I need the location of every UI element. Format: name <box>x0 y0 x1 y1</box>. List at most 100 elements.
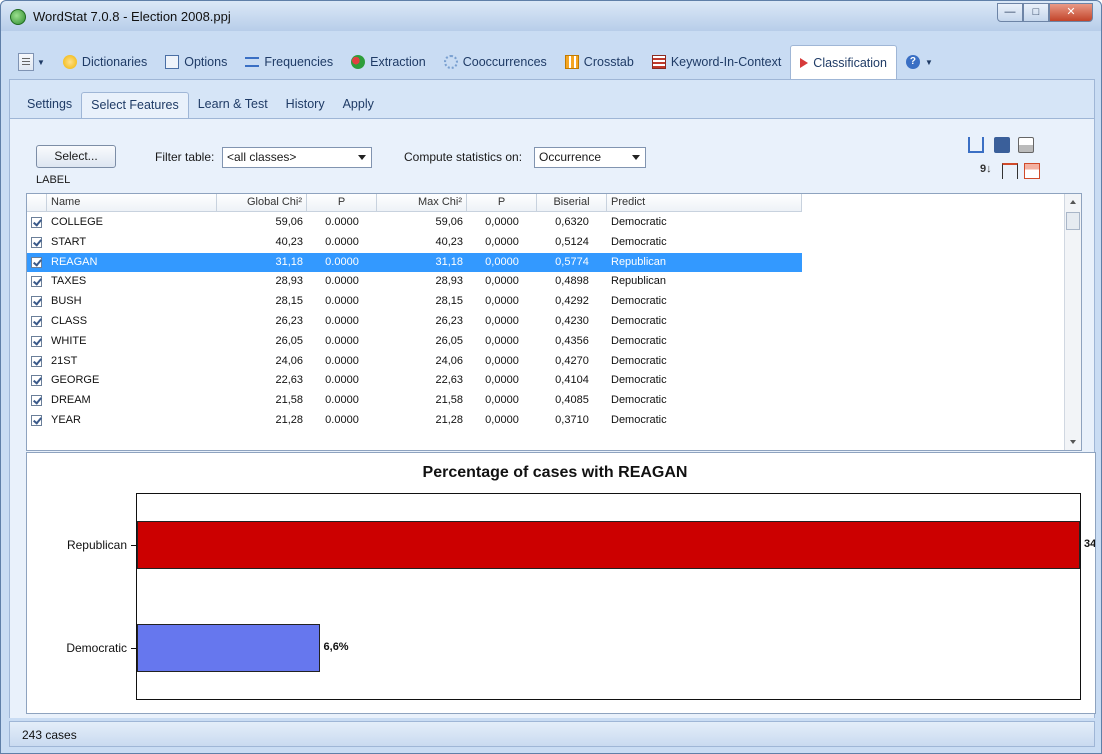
tab-extraction[interactable]: Extraction <box>342 45 435 79</box>
subtab-settings[interactable]: Settings <box>18 92 81 118</box>
compute-statistics-select[interactable]: Occurrence <box>534 147 646 168</box>
app-menu-button[interactable]: ▼ <box>9 45 54 79</box>
column-header[interactable]: P <box>467 194 537 212</box>
table-cell-global-chi2: 21,58 <box>275 394 303 407</box>
row-checkbox[interactable] <box>31 395 42 407</box>
row-checkbox[interactable] <box>31 355 42 367</box>
select-button[interactable]: Select... <box>36 145 116 168</box>
tab-label: Classification <box>813 55 887 70</box>
window-title: WordStat 7.0.8 - Election 2008.ppj <box>33 9 231 24</box>
table-cell-name: WHITE <box>51 334 87 347</box>
table-row[interactable]: GEORGE 22,63 0.0000 22,63 0,0000 0,4104 Democr… <box>27 371 802 390</box>
subtab-learn-test[interactable]: Learn & Test <box>189 92 277 118</box>
table-cell-p2: 0,0000 <box>485 354 519 367</box>
table-cell-biserial: 0,6320 <box>555 216 589 228</box>
table-row[interactable]: YEAR 21,28 0.0000 21,28 0,0000 0,3710 Democrat… <box>27 411 802 430</box>
maximize-button[interactable]: □ <box>1023 3 1049 22</box>
row-checkbox[interactable] <box>31 335 42 347</box>
category-label: Democratic <box>66 640 127 655</box>
category-tick <box>131 545 136 547</box>
table-cell-p2: 0,0000 <box>485 216 519 228</box>
row-checkbox[interactable] <box>31 316 42 327</box>
row-checkbox[interactable] <box>31 296 42 308</box>
window-controls: — □ ✕ <box>997 3 1093 23</box>
table-cell-p1: 0.0000 <box>325 255 359 268</box>
table-cell-global-chi2: 28,93 <box>275 275 303 288</box>
table-cell-global-chi2: 21,28 <box>275 414 303 426</box>
close-button[interactable]: ✕ <box>1049 3 1093 22</box>
sort-icon[interactable]: 9↓ <box>980 163 996 179</box>
table-cell-max-chi2: 31,18 <box>435 255 463 268</box>
table-cell-p1: 0.0000 <box>325 216 359 228</box>
table-cell-global-chi2: 22,63 <box>275 374 303 387</box>
subtab-apply[interactable]: Apply <box>334 92 383 118</box>
row-chart-icon[interactable] <box>1024 163 1040 179</box>
column-header[interactable]: Max Chi² <box>377 194 467 212</box>
table-cell-global-chi2: 40,23 <box>275 235 303 248</box>
tab-label: Extraction <box>370 55 426 69</box>
scroll-up-icon[interactable] <box>1070 200 1076 204</box>
table-cell-predict: Democratic <box>611 374 667 387</box>
vertical-scrollbar[interactable] <box>1064 194 1081 450</box>
table-row[interactable]: TAXES 28,93 0.0000 28,93 0,0000 0,4898 Republi… <box>27 272 802 291</box>
column-header[interactable]: Biserial <box>537 194 607 212</box>
table-cell-name: YEAR <box>51 414 81 426</box>
sub-tab-bar: Settings Select Features Learn & Test Hi… <box>18 92 383 118</box>
minimize-button[interactable]: — <box>997 3 1023 22</box>
print-icon[interactable] <box>1018 137 1034 153</box>
export-icon[interactable] <box>968 137 984 153</box>
bar-republican <box>137 521 1080 570</box>
filter-table-select[interactable]: <all classes> <box>222 147 372 168</box>
row-checkbox[interactable] <box>31 375 42 387</box>
column-header[interactable]: Predict <box>607 194 802 212</box>
category-tick <box>131 647 136 649</box>
tab-label: Frequencies <box>264 55 334 69</box>
save-icon[interactable] <box>994 137 1010 153</box>
table-cell-p1: 0.0000 <box>325 354 359 367</box>
scrollbar-thumb[interactable] <box>1066 212 1080 230</box>
tab-options[interactable]: Options <box>156 45 236 79</box>
table-row[interactable]: REAGAN 31,18 0.0000 31,18 0,0000 0,5774 Republ… <box>27 252 802 272</box>
subtab-history[interactable]: History <box>277 92 334 118</box>
table-row[interactable]: CLASS 26,23 0.0000 26,23 0,0000 0,4230 Democra… <box>27 312 802 331</box>
tab-dictionaries[interactable]: Dictionaries <box>54 45 156 79</box>
table-row[interactable]: START 40,23 0.0000 40,23 0,0000 0,5124 Democra… <box>27 233 802 252</box>
table-cell-predict: Democratic <box>611 414 667 426</box>
scroll-down-icon[interactable] <box>1070 440 1076 444</box>
row-checkbox[interactable] <box>31 415 42 426</box>
row-checkbox[interactable] <box>31 217 42 228</box>
table-cell-name: TAXES <box>51 275 87 288</box>
table-cell-name: BUSH <box>51 295 82 308</box>
table-row[interactable]: 21ST 24,06 0.0000 24,06 0,0000 0,4270 Democrat… <box>27 352 802 371</box>
row-checkbox[interactable] <box>31 256 42 268</box>
column-header[interactable]: Name <box>47 194 217 212</box>
tab-classification[interactable]: Classification <box>790 45 897 79</box>
table-cell-name: REAGAN <box>51 255 98 268</box>
help-button[interactable]: ? ▼ <box>897 45 942 79</box>
chart-plot-area <box>136 493 1081 700</box>
table-cell-name: START <box>51 235 87 248</box>
table-header: Name Global Chi² P Max Chi² P Biserial Predict <box>27 194 802 212</box>
table-row[interactable]: BUSH 28,15 0.0000 28,15 0,0000 0,4292 Democrat… <box>27 292 802 311</box>
column-chart-icon[interactable] <box>1002 163 1018 179</box>
table-cell-p1: 0.0000 <box>325 295 359 308</box>
chevron-down-icon <box>632 155 640 160</box>
help-icon: ? <box>905 55 920 69</box>
column-header[interactable]: Global Chi² <box>217 194 307 212</box>
row-checkbox[interactable] <box>31 236 42 248</box>
table-cell-predict: Republican <box>611 255 667 268</box>
subtab-select-features[interactable]: Select Features <box>81 92 189 118</box>
column-header[interactable]: P <box>307 194 377 212</box>
tab-crosstab[interactable]: Crosstab <box>556 45 643 79</box>
row-checkbox[interactable] <box>31 276 42 288</box>
table-row[interactable]: COLLEGE 59,06 0.0000 59,06 0,0000 0,6320 Democ… <box>27 213 802 232</box>
table-row[interactable]: DREAM 21,58 0.0000 21,58 0,0000 0,4085 Democra… <box>27 391 802 410</box>
tab-cooccurrences[interactable]: Cooccurrences <box>435 45 556 79</box>
table-row[interactable]: WHITE 26,05 0.0000 26,05 0,0000 0,4356 Democra… <box>27 332 802 351</box>
table-cell-global-chi2: 26,23 <box>275 315 303 327</box>
tab-frequencies[interactable]: Frequencies <box>236 45 342 79</box>
bar-value-label: 34,1% <box>1084 538 1096 551</box>
table-cell-name: 21ST <box>51 354 78 367</box>
tab-keyword-in-context[interactable]: Keyword-In-Context <box>643 45 790 79</box>
table-cell-biserial: 0,4270 <box>555 354 589 367</box>
